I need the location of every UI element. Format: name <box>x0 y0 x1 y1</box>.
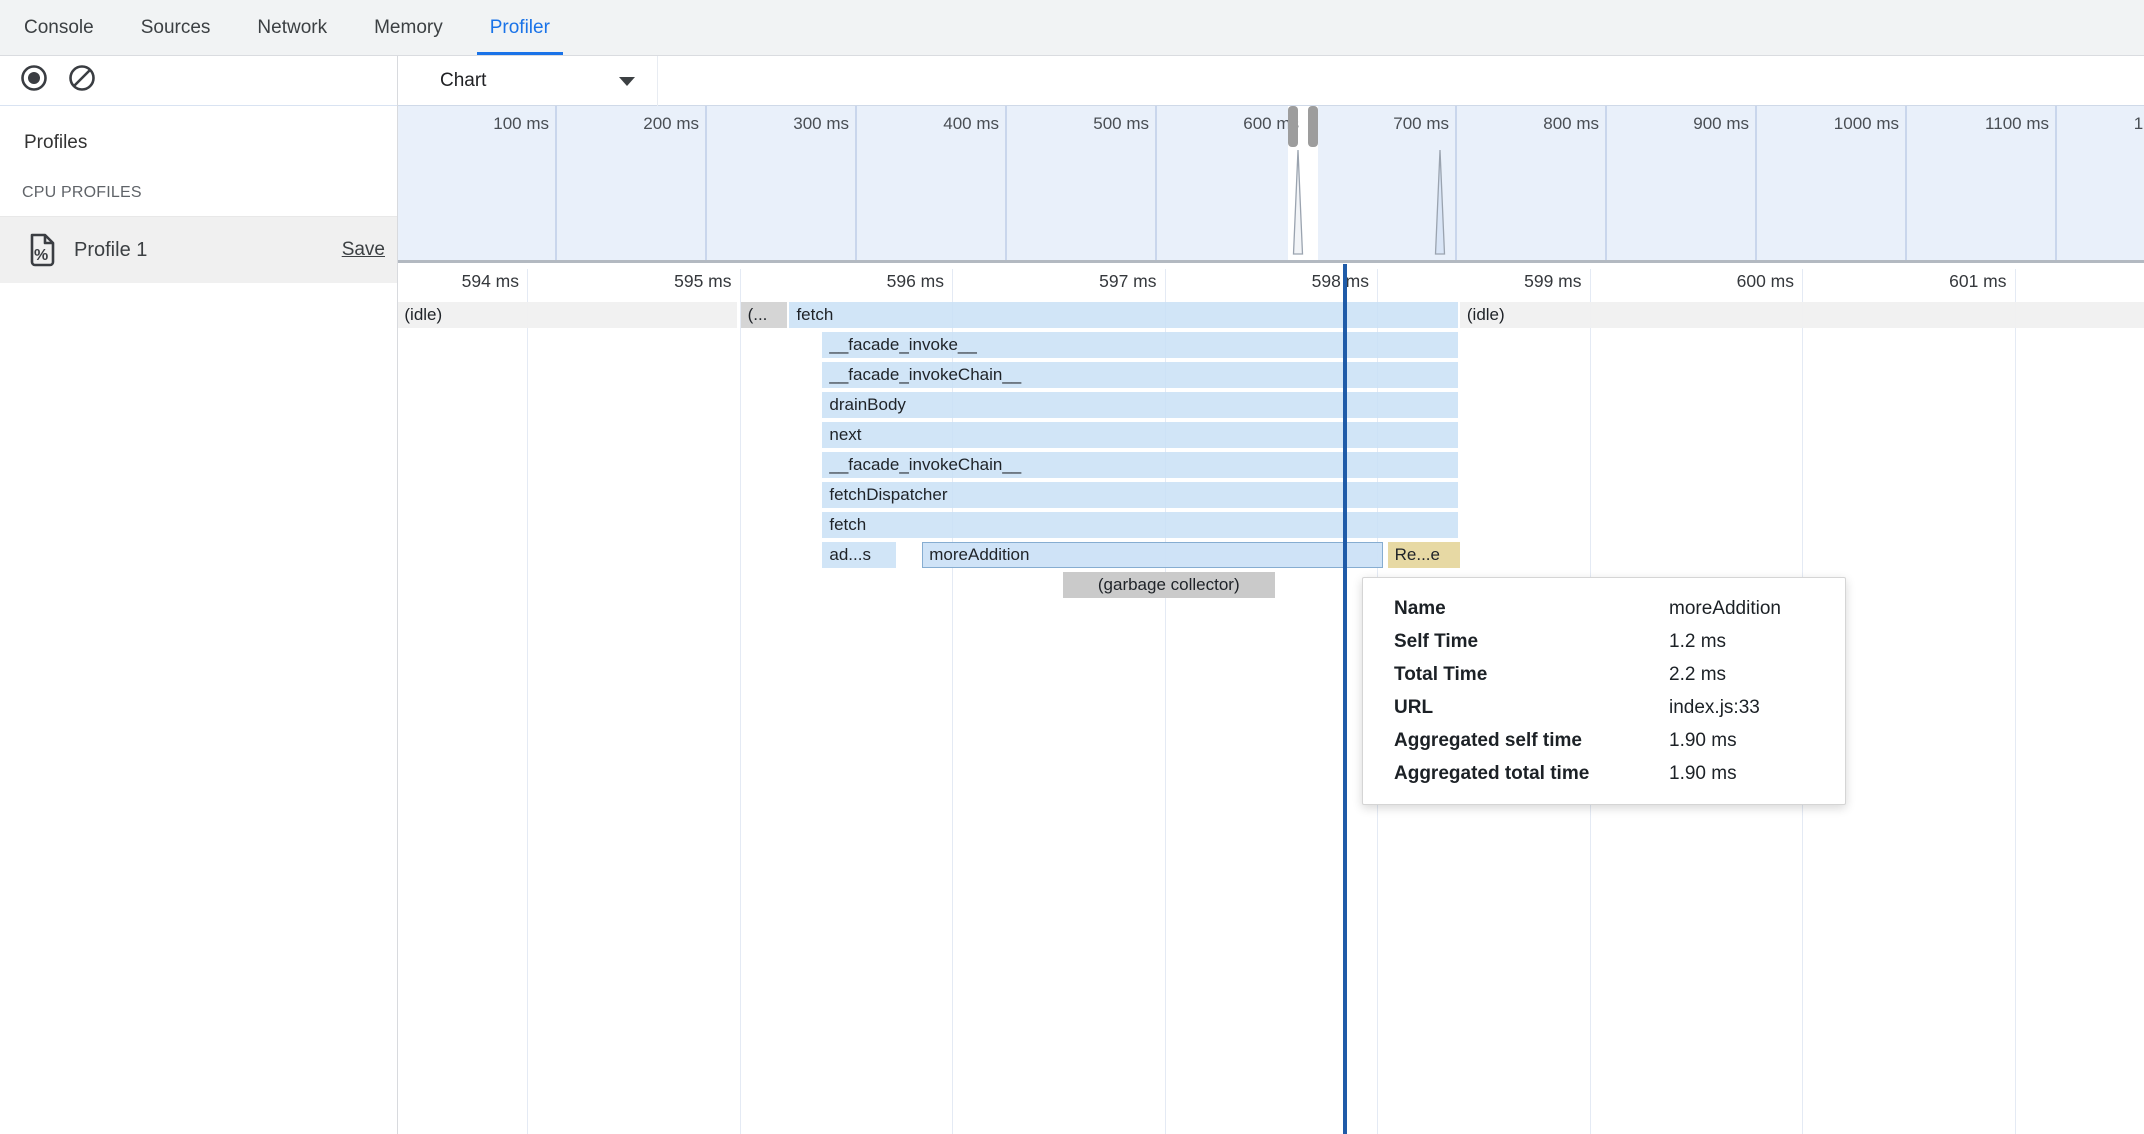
tooltip-label: Name <box>1394 592 1669 625</box>
tooltip-row: Self Time1.2 ms <box>1394 625 1825 658</box>
overview-tick-label: 800 ms <box>1449 114 1599 134</box>
flame-bar[interactable]: (idle) <box>1460 302 2144 328</box>
flame-row: fetch <box>398 512 2144 538</box>
profile-document-icon: % <box>26 232 58 268</box>
flame-bar[interactable]: (garbage collector) <box>1063 572 1276 598</box>
flame-bar[interactable]: __facade_invoke__ <box>822 332 1457 358</box>
tab-sources[interactable]: Sources <box>141 0 211 55</box>
flame-row: next <box>398 422 2144 448</box>
profiler-toolbar <box>0 56 397 106</box>
overview-tick-label: 100 ms <box>399 114 549 134</box>
tooltip-label: Aggregated total time <box>1394 757 1669 790</box>
cpu-activity-spike <box>1434 149 1446 260</box>
tooltip-value: moreAddition <box>1669 592 1825 625</box>
save-profile-link[interactable]: Save <box>342 239 385 261</box>
tooltip-row: Aggregated self time1.90 ms <box>1394 724 1825 757</box>
flame-bar[interactable]: Re...e <box>1388 542 1460 568</box>
sidebar-title: Profiles <box>0 106 397 154</box>
selection-handle-left[interactable] <box>1288 106 1298 147</box>
flame-row: __facade_invokeChain__ <box>398 362 2144 388</box>
flame-bar[interactable]: ad...s <box>822 542 895 568</box>
overview-tick-label: 1000 ms <box>1749 114 1899 134</box>
tooltip-value: 1.90 ms <box>1669 724 1825 757</box>
tooltip-row: Aggregated total time1.90 ms <box>1394 757 1825 790</box>
tooltip-label: Total Time <box>1394 658 1669 691</box>
tooltip-value: 1.90 ms <box>1669 757 1825 790</box>
tooltip-row: Total Time2.2 ms <box>1394 658 1825 691</box>
tooltip-label: URL <box>1394 691 1669 724</box>
timeline-overview[interactable]: 100 ms200 ms300 ms400 ms500 ms600 ms700 … <box>398 106 2144 263</box>
ruler-tick-label: 599 ms <box>1432 271 1582 292</box>
flame-bar[interactable]: moreAddition <box>922 542 1383 568</box>
devtools-tab-bar: Console Sources Network Memory Profiler <box>0 0 2144 56</box>
ruler-tick-label: 595 ms <box>582 271 732 292</box>
flame-bar[interactable]: (idle) <box>398 302 737 328</box>
ruler-tick-label: 600 ms <box>1644 271 1794 292</box>
tooltip-label: Aggregated self time <box>1394 724 1669 757</box>
tooltip-value: 2.2 ms <box>1669 658 1825 691</box>
playhead-line <box>1343 264 1347 1134</box>
cpu-profiles-heading: CPU PROFILES <box>0 154 397 216</box>
flame-row: (garbage collector) <box>398 572 2144 598</box>
detail-time-ruler: 594 ms595 ms596 ms597 ms598 ms599 ms600 … <box>398 266 2144 302</box>
flame-bar[interactable]: fetch <box>789 302 1457 328</box>
profile-list-item[interactable]: % Profile 1 Save <box>0 217 397 283</box>
flame-bar[interactable]: (... <box>741 302 788 328</box>
devtools-profiler-panel: Console Sources Network Memory Profiler <box>0 0 2144 1134</box>
profiler-main-pane: Chart 100 ms200 ms300 ms400 ms500 ms600 … <box>398 56 2144 1134</box>
tooltip-row: NamemoreAddition <box>1394 592 1825 625</box>
overview-tick-label: 200 ms <box>549 114 699 134</box>
tooltip-label: Self Time <box>1394 625 1669 658</box>
overview-tick-label: 700 ms <box>1299 114 1449 134</box>
view-selector-row: Chart <box>398 56 2144 106</box>
record-icon <box>19 63 49 98</box>
flame-bar[interactable]: __facade_invokeChain__ <box>822 362 1457 388</box>
tab-console[interactable]: Console <box>24 0 94 55</box>
clear-icon <box>67 63 97 98</box>
overview-tick-label: 300 ms <box>699 114 849 134</box>
flame-bar[interactable]: fetchDispatcher <box>822 482 1457 508</box>
flame-row: drainBody <box>398 392 2144 418</box>
profile-name: Profile 1 <box>74 239 342 262</box>
tab-network[interactable]: Network <box>257 0 327 55</box>
ruler-tick-label: 597 ms <box>1007 271 1157 292</box>
flame-row: ad...s moreAdditionRe...e <box>398 542 2144 568</box>
ruler-tick-label: 601 ms <box>1857 271 2007 292</box>
overview-tick-label: 900 ms <box>1599 114 1749 134</box>
ruler-tick-label: 596 ms <box>794 271 944 292</box>
profiles-sidebar: Profiles CPU PROFILES % Profile 1 Save <box>0 56 398 1134</box>
flame-bar[interactable]: next <box>822 422 1457 448</box>
tooltip-value: 1.2 ms <box>1669 625 1825 658</box>
flame-bar[interactable]: fetch <box>822 512 1457 538</box>
record-button[interactable] <box>18 65 50 97</box>
overview-tick-label: 400 ms <box>849 114 999 134</box>
cpu-activity-spike <box>1292 149 1304 260</box>
tooltip-value: index.js:33 <box>1669 691 1825 724</box>
flame-bar[interactable]: __facade_invokeChain__ <box>822 452 1457 478</box>
clear-button[interactable] <box>66 65 98 97</box>
tab-memory[interactable]: Memory <box>374 0 443 55</box>
overview-tick-label: 1100 ms <box>1899 114 2049 134</box>
flame-row: __facade_invokeChain__ <box>398 452 2144 478</box>
tooltip-row: URLindex.js:33 <box>1394 691 1825 724</box>
selection-handle-right[interactable] <box>1308 106 1318 147</box>
overview-tick-label: 500 ms <box>999 114 1149 134</box>
flame-row: __facade_invoke__ <box>398 332 2144 358</box>
overview-tick-label: 1200 ms <box>2049 114 2144 134</box>
ruler-tick-label: 594 ms <box>398 271 519 292</box>
view-mode-value: Chart <box>440 70 619 92</box>
chevron-down-icon <box>619 77 635 86</box>
view-mode-select[interactable]: Chart <box>398 56 658 106</box>
flame-bar[interactable]: drainBody <box>822 392 1457 418</box>
tab-profiler[interactable]: Profiler <box>490 0 550 55</box>
flame-row: (idle)(...fetch(idle) <box>398 302 2144 328</box>
svg-text:%: % <box>34 247 48 264</box>
overview-tick-label: 600 ms <box>1149 114 1299 134</box>
frame-info-tooltip: NamemoreAdditionSelf Time1.2 msTotal Tim… <box>1362 577 1846 805</box>
flame-row: fetchDispatcher <box>398 482 2144 508</box>
